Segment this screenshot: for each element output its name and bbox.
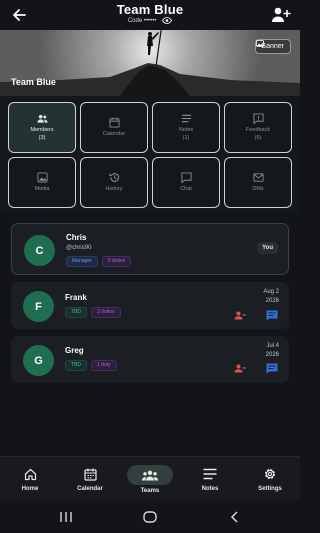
page-title: Team Blue (116, 2, 184, 17)
bottom-navigation: Home Calendar Teams Notes Settings (0, 456, 300, 501)
code-label: Code (127, 18, 143, 25)
tile-count: (1) (182, 134, 190, 141)
banner-team-name: Team Blue (11, 77, 56, 87)
tile-label: Media (34, 185, 50, 192)
calendar-icon (108, 117, 120, 128)
tile-feedback[interactable]: Feedback (6) (224, 102, 292, 153)
member-card-greg[interactable]: G Greg TBD 1 duty Jul 4 2026 (11, 336, 289, 383)
home-icon (23, 467, 37, 481)
member-tags: Manager 0 duties (66, 256, 132, 267)
nav-label: Notes (201, 486, 219, 492)
calendar-icon (83, 467, 97, 481)
photo-icon (36, 172, 48, 183)
home-button-icon[interactable] (143, 511, 157, 523)
top-bar: Team Blue Code •••••• (0, 0, 300, 30)
gear-icon (263, 467, 277, 481)
you-badge: You (257, 242, 278, 254)
member-date: Jul 4 2026 (266, 342, 279, 360)
tile-label: Members (30, 127, 54, 134)
remove-member-icon[interactable] (234, 364, 246, 373)
nav-home[interactable]: Home (0, 457, 60, 502)
remove-member-icon[interactable] (234, 311, 246, 320)
member-handle: @chris90 (66, 245, 92, 251)
tile-members[interactable]: Members (3) (8, 102, 76, 153)
eye-icon[interactable] (162, 17, 173, 24)
chat-icon (180, 172, 192, 183)
code-value: •••••• (143, 18, 157, 25)
tile-label: Notes (178, 127, 194, 134)
banner-button-label: Banner (261, 43, 284, 50)
tile-media[interactable]: Media (8, 157, 76, 208)
tile-chat[interactable]: Chat (152, 157, 220, 208)
tile-label: Chat (180, 185, 192, 192)
date-line-2: 2026 (265, 352, 279, 358)
role-tag: TBD (65, 360, 87, 371)
date-line-2: 2026 (265, 298, 279, 304)
member-date: Aug 2 2026 (263, 288, 279, 306)
nav-label: Home (21, 486, 39, 492)
tile-label: Calendar (102, 130, 126, 137)
nav-settings[interactable]: Settings (240, 457, 300, 502)
mail-icon (252, 173, 264, 182)
avatar: G (23, 345, 54, 376)
member-name: Chris (66, 233, 87, 242)
duties-tag: 1 duty (91, 360, 117, 371)
recent-apps-icon[interactable] (59, 511, 73, 523)
notes-icon (203, 467, 217, 481)
tile-label: Feedback (245, 127, 271, 134)
tile-dms[interactable]: DMs (224, 157, 292, 208)
avatar: C (24, 235, 55, 266)
history-icon (108, 172, 119, 182)
member-card-chris[interactable]: C Chris @chris90 Manager 0 duties You (11, 223, 289, 275)
avatar: F (23, 291, 54, 322)
member-tags: TBD 2 duties (65, 307, 121, 318)
add-member-icon[interactable] (271, 6, 291, 24)
role-tag: Manager (66, 256, 98, 267)
nav-teams[interactable]: Teams (120, 457, 180, 502)
role-tag: TBD (65, 307, 87, 318)
tile-notes[interactable]: Notes (1) (152, 102, 220, 153)
banner-button[interactable]: Banner (255, 39, 291, 54)
message-icon[interactable] (266, 363, 278, 374)
groups-icon (127, 465, 173, 485)
duties-tag: 2 duties (91, 307, 121, 318)
tile-label: History (105, 185, 123, 192)
nav-notes[interactable]: Notes (180, 457, 240, 502)
member-card-frank[interactable]: F Frank TBD 2 duties Aug 2 2026 (11, 282, 289, 329)
tile-history[interactable]: History (80, 157, 148, 208)
member-tags: TBD 1 duty (65, 360, 117, 371)
duties-tag: 0 duties (101, 256, 132, 267)
notes-icon (181, 114, 191, 123)
member-name: Greg (65, 346, 84, 355)
nav-label: Teams (140, 488, 160, 494)
tile-calendar[interactable]: Calendar (80, 102, 148, 153)
date-line-1: Jul 4 (266, 343, 279, 349)
tile-label: DMs (252, 185, 264, 192)
tile-count: (3) (38, 134, 46, 141)
system-back-icon[interactable] (229, 511, 239, 523)
date-line-1: Aug 2 (263, 289, 279, 295)
image-icon (256, 40, 265, 47)
nav-calendar[interactable]: Calendar (60, 457, 120, 502)
team-sections-grid: Members (3) Calendar Notes (1) Feedback … (0, 96, 300, 214)
tile-count: (6) (254, 134, 262, 141)
message-icon[interactable] (266, 310, 278, 321)
feedback-icon (252, 113, 264, 125)
system-navigation-bar (0, 501, 300, 533)
team-code-row: Code •••••• (0, 17, 300, 24)
nav-label: Calendar (77, 486, 103, 492)
people-icon (36, 114, 48, 123)
team-banner: Team Blue Banner (0, 30, 300, 96)
nav-label: Settings (258, 486, 282, 492)
member-name: Frank (65, 293, 87, 302)
